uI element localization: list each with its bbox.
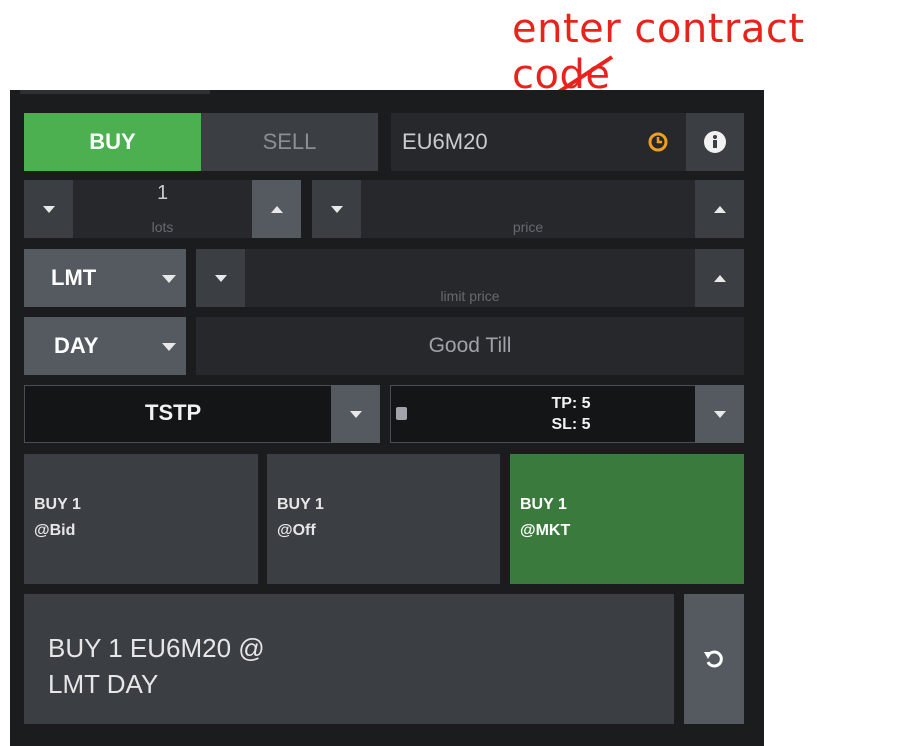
order-ticket-panel: BUY SELL EU6M20 1 lots price LMT limit p…: [10, 90, 764, 746]
buy-at-market-price: @MKT: [520, 522, 571, 539]
buy-at-offer-price: @Off: [277, 522, 316, 539]
lots-label: lots: [151, 219, 174, 235]
quantity-value: 1: [156, 182, 169, 204]
chevron-down-icon: [330, 205, 343, 213]
buy-at-offer-button[interactable]: BUY 1 @Off: [267, 454, 500, 584]
chevron-up-icon: [270, 205, 283, 213]
quantity-field[interactable]: 1 lots: [73, 180, 252, 238]
tp-sl-select[interactable]: TP: 5 SL: 5: [390, 385, 744, 443]
buy-at-market-qty: BUY 1: [520, 496, 567, 513]
chevron-down-icon: [713, 410, 726, 418]
bracket-type-select[interactable]: TSTP: [24, 385, 380, 443]
clock-icon[interactable]: [647, 131, 669, 153]
buy-at-offer-qty: BUY 1: [277, 496, 324, 513]
buy-at-bid-button[interactable]: BUY 1 @Bid: [24, 454, 258, 584]
panel-tab-stub: [20, 90, 210, 94]
chevron-down-icon: [214, 274, 227, 282]
reset-button[interactable]: [684, 594, 744, 724]
buy-label: BUY: [89, 129, 136, 154]
limit-price-decrement-button[interactable]: [196, 249, 245, 307]
time-in-force-value: DAY: [54, 333, 99, 358]
info-button[interactable]: [686, 113, 744, 171]
tp-sl-dropdown-button[interactable]: [695, 385, 744, 443]
chevron-up-icon: [713, 205, 726, 213]
chevron-down-icon: [42, 205, 55, 213]
tp-label: TP: 5: [551, 395, 591, 412]
sl-label: SL: 5: [551, 416, 591, 433]
contract-code-value: EU6M20: [402, 129, 488, 154]
info-icon: [704, 131, 726, 153]
limit-price-placeholder: limit price: [440, 288, 500, 304]
order-type-select[interactable]: LMT: [24, 249, 186, 307]
time-in-force-select[interactable]: DAY: [24, 317, 186, 375]
price-placeholder: price: [512, 219, 544, 235]
chevron-down-icon: [162, 343, 176, 351]
good-till-field[interactable]: Good Till: [196, 317, 744, 375]
price-increment-button[interactable]: [695, 180, 744, 238]
calculator-icon: [396, 407, 407, 420]
buy-at-bid-qty: BUY 1: [34, 496, 81, 513]
limit-price-field[interactable]: limit price: [245, 249, 695, 307]
reset-icon: [704, 650, 723, 668]
order-summary-line1: BUY 1 EU6M20 @: [48, 633, 265, 663]
chevron-down-icon: [162, 275, 176, 283]
sell-toggle[interactable]: SELL: [201, 113, 378, 171]
order-summary-line2: LMT DAY: [48, 669, 159, 699]
chevron-down-icon: [349, 410, 362, 418]
quantity-increment-button[interactable]: [252, 180, 301, 238]
good-till-placeholder: Good Till: [428, 334, 512, 357]
order-type-value: LMT: [51, 265, 97, 290]
buy-at-market-button[interactable]: BUY 1 @MKT: [510, 454, 744, 584]
limit-price-increment-button[interactable]: [695, 249, 744, 307]
price-field[interactable]: price: [361, 180, 695, 238]
bracket-type-value: TSTP: [145, 400, 202, 425]
price-decrement-button[interactable]: [312, 180, 361, 238]
buy-toggle[interactable]: BUY: [24, 113, 201, 171]
chevron-up-icon: [713, 274, 726, 282]
sell-label: SELL: [262, 129, 317, 154]
buy-at-bid-price: @Bid: [34, 522, 76, 539]
contract-code-field[interactable]: EU6M20: [391, 113, 686, 171]
quantity-decrement-button[interactable]: [24, 180, 73, 238]
order-summary-button[interactable]: BUY 1 EU6M20 @ LMT DAY: [24, 594, 674, 724]
bracket-dropdown-button[interactable]: [331, 385, 380, 443]
